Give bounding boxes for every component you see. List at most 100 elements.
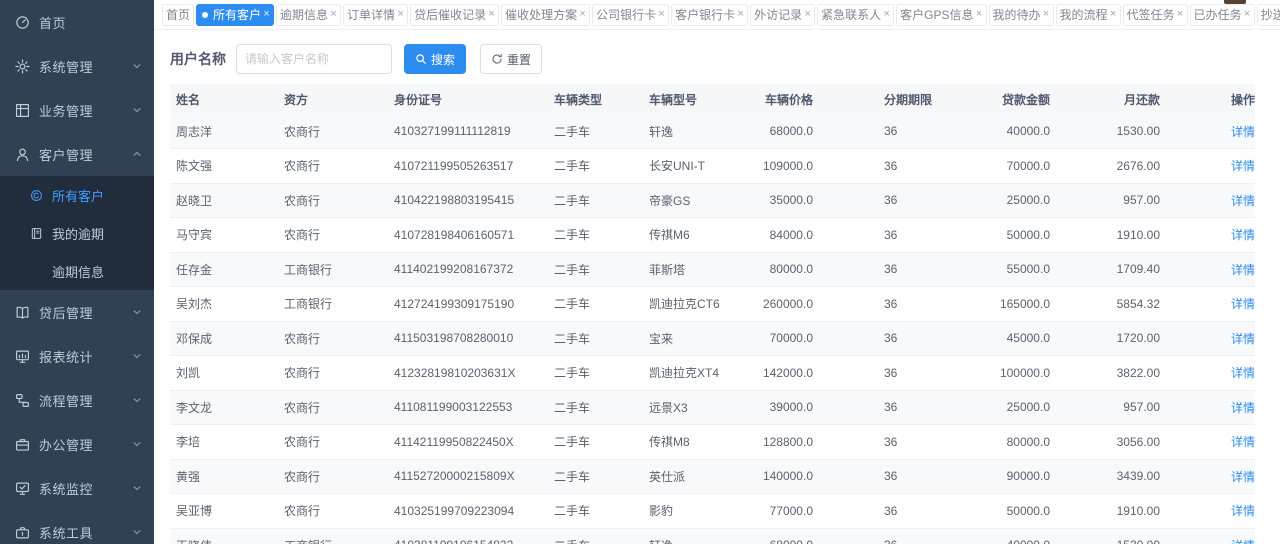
cell-vehicle_model: 宝来: [649, 321, 749, 356]
cell-loan_amount: 40000.0: [953, 528, 1050, 544]
tab-close-icon[interactable]: ×: [804, 9, 811, 20]
cell-action: 详情: [1160, 218, 1255, 253]
cell-id_number: 410721199505263517: [394, 149, 554, 184]
cell-name: 周志洋: [170, 114, 284, 149]
detail-link[interactable]: 详情: [1231, 125, 1255, 139]
sidebar-item-home[interactable]: 首页: [0, 0, 154, 44]
sidebar-item-label: 业务管理: [39, 101, 132, 120]
cell-vehicle_model: 长安UNI-T: [649, 149, 749, 184]
tab-label: 已办任务: [1194, 6, 1242, 23]
tab-all-customers[interactable]: 所有客户×: [196, 4, 274, 26]
cell-installment_term: 36: [813, 459, 953, 494]
detail-link[interactable]: 详情: [1231, 159, 1255, 173]
sidebar-item-system-tools[interactable]: 系统工具: [0, 510, 154, 544]
sidebar-item-report-stats[interactable]: 报表统计: [0, 334, 154, 378]
cell-installment_term: 36: [813, 183, 953, 218]
sidebar-subitem-overdue-info[interactable]: 逾期信息: [0, 252, 154, 290]
tab-sign-tasks[interactable]: 代签任务×: [1123, 4, 1188, 26]
tab-home[interactable]: 首页: [162, 4, 194, 26]
column-header: 车辆型号: [649, 84, 749, 114]
detail-link[interactable]: 详情: [1231, 332, 1255, 346]
tab-close-icon[interactable]: ×: [579, 9, 586, 20]
cell-action: 详情: [1160, 494, 1255, 529]
sidebar-item-office-mgmt[interactable]: 办公管理: [0, 422, 154, 466]
tab-my-process[interactable]: 我的流程×: [1056, 4, 1121, 26]
detail-link[interactable]: 详情: [1231, 297, 1255, 311]
tab-close-icon[interactable]: ×: [397, 9, 404, 20]
sidebar-item-business-mgmt[interactable]: 业务管理: [0, 88, 154, 132]
tab-label: 贷后催收记录: [414, 6, 486, 23]
detail-link[interactable]: 详情: [1231, 194, 1255, 208]
search-button-label: 搜索: [431, 51, 455, 68]
cell-monthly_payment: 957.00: [1050, 183, 1160, 218]
tab-close-icon[interactable]: ×: [658, 9, 665, 20]
search-button[interactable]: 搜索: [404, 44, 466, 74]
cell-installment_term: 36: [813, 494, 953, 529]
sidebar-item-system-monitor[interactable]: 系统监控: [0, 466, 154, 510]
detail-link[interactable]: 详情: [1231, 228, 1255, 242]
tab-close-icon[interactable]: ×: [330, 9, 337, 20]
tab-close-icon[interactable]: ×: [263, 9, 270, 20]
sidebar-item-process-mgmt[interactable]: 流程管理: [0, 378, 154, 422]
tab-close-icon[interactable]: ×: [737, 9, 744, 20]
cell-vehicle_price: 142000.0: [749, 356, 813, 391]
detail-link[interactable]: 详情: [1231, 539, 1255, 544]
tab-close-icon[interactable]: ×: [976, 9, 983, 20]
tab-order-detail[interactable]: 订单详情×: [343, 4, 408, 26]
detail-link[interactable]: 详情: [1231, 504, 1255, 518]
tab-done-tasks[interactable]: 已办任务×: [1190, 4, 1255, 26]
tab-customer-bank-card[interactable]: 客户银行卡×: [671, 4, 748, 26]
tab-my-todo[interactable]: 我的待办×: [989, 4, 1054, 26]
detail-link[interactable]: 详情: [1231, 435, 1255, 449]
cell-vehicle_type: 二手车: [554, 459, 649, 494]
tab-collection-records[interactable]: 贷后催收记录×: [410, 4, 499, 26]
table-row: 马守宾农商行410728198406160571二手车传祺M684000.036…: [170, 218, 1255, 253]
tab-company-bank-card[interactable]: 公司银行卡×: [592, 4, 669, 26]
cell-loan_amount: 70000.0: [953, 149, 1050, 184]
monitor-icon: [14, 480, 30, 496]
tab-close-icon[interactable]: ×: [1177, 9, 1184, 20]
tab-close-icon[interactable]: ×: [883, 9, 890, 20]
tab-close-icon[interactable]: ×: [1110, 9, 1117, 20]
detail-link[interactable]: 详情: [1231, 366, 1255, 380]
table-row: 王晓伟工商银行410381199106154832二手车轩逸68000.0364…: [170, 528, 1255, 544]
search-row: 用户名称 搜索 重置: [170, 43, 1261, 75]
blank-icon: [29, 264, 43, 278]
cell-vehicle_price: 77000.0: [749, 494, 813, 529]
sidebar-item-customer-mgmt[interactable]: 客户管理: [0, 132, 154, 176]
customer-name-input[interactable]: [236, 44, 392, 74]
tab-collection-plan[interactable]: 催收处理方案×: [501, 4, 590, 26]
sidebar-subitem-my-overdue[interactable]: 我的逾期: [0, 214, 154, 252]
tab-close-icon[interactable]: ×: [1043, 9, 1050, 20]
cell-monthly_payment: 957.00: [1050, 390, 1160, 425]
detail-link[interactable]: 详情: [1231, 401, 1255, 415]
tab-overdue-info[interactable]: 逾期信息×: [276, 4, 341, 26]
sidebar-item-label: 贷后管理: [39, 303, 132, 322]
cell-loan_amount: 25000.0: [953, 390, 1050, 425]
tab-close-icon[interactable]: ×: [488, 9, 495, 20]
cell-funder: 农商行: [284, 459, 394, 494]
ledger-icon: [14, 304, 30, 320]
cell-monthly_payment: 1530.00: [1050, 528, 1160, 544]
detail-link[interactable]: 详情: [1231, 470, 1255, 484]
detail-link[interactable]: 详情: [1231, 263, 1255, 277]
cell-action: 详情: [1160, 252, 1255, 287]
cell-installment_term: 36: [813, 528, 953, 544]
cell-loan_amount: 165000.0: [953, 287, 1050, 322]
tab-close-icon[interactable]: ×: [1244, 9, 1251, 20]
sidebar-item-system-mgmt[interactable]: 系统管理: [0, 44, 154, 88]
cell-vehicle_type: 二手车: [554, 425, 649, 460]
sidebar-item-post-loan-mgmt[interactable]: 贷后管理: [0, 290, 154, 334]
sidebar-subitem-all-customers[interactable]: 所有客户: [0, 176, 154, 214]
cell-installment_term: 36: [813, 252, 953, 287]
cell-funder: 农商行: [284, 390, 394, 425]
tab-label: 抄送任务: [1261, 6, 1280, 23]
tab-emergency-contacts[interactable]: 紧急联系人×: [817, 4, 894, 26]
tab-cc-tasks[interactable]: 抄送任务×: [1257, 4, 1280, 26]
cell-vehicle_price: 128800.0: [749, 425, 813, 460]
cell-funder: 农商行: [284, 356, 394, 391]
tab-customer-gps[interactable]: 客户GPS信息×: [896, 4, 986, 26]
reset-button[interactable]: 重置: [480, 44, 542, 74]
main-area: 首页所有客户×逾期信息×订单详情×贷后催收记录×催收处理方案×公司银行卡×客户银…: [154, 0, 1280, 544]
tab-visit-records[interactable]: 外访记录×: [750, 4, 815, 26]
